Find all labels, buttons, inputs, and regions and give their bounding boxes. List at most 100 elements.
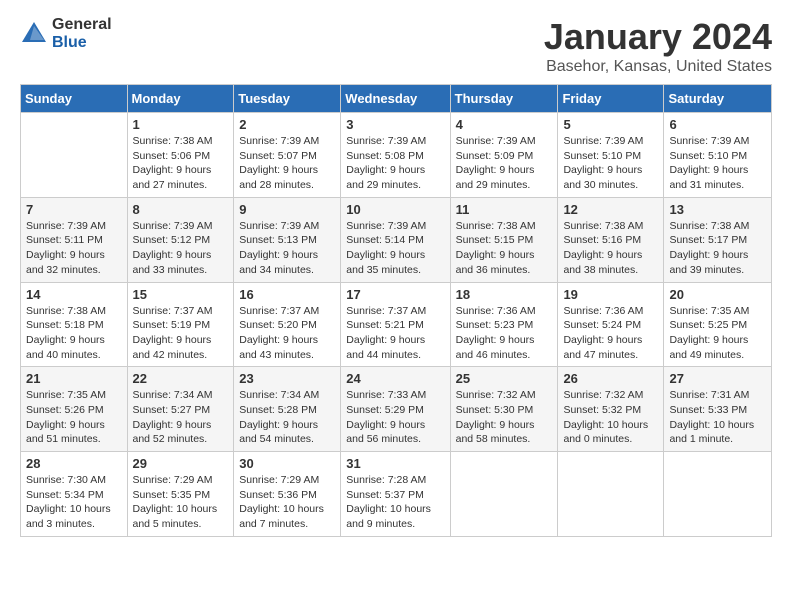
day-info: Sunrise: 7:32 AM Sunset: 5:32 PM Dayligh… bbox=[563, 388, 658, 447]
day-number: 14 bbox=[26, 287, 122, 302]
day-info: Sunrise: 7:39 AM Sunset: 5:10 PM Dayligh… bbox=[563, 134, 658, 193]
logo: General Blue bbox=[20, 16, 112, 51]
day-info: Sunrise: 7:34 AM Sunset: 5:27 PM Dayligh… bbox=[133, 388, 229, 447]
day-number: 20 bbox=[669, 287, 766, 302]
day-number: 8 bbox=[133, 202, 229, 217]
day-number: 16 bbox=[239, 287, 335, 302]
calendar-cell: 18 Sunrise: 7:36 AM Sunset: 5:23 PM Dayli… bbox=[450, 282, 558, 367]
day-number: 1 bbox=[133, 117, 229, 132]
calendar-cell: 11Sunrise: 7:38 AM Sunset: 5:15 PM Dayli… bbox=[450, 197, 558, 282]
logo-general: General bbox=[52, 16, 112, 34]
calendar-cell: 29 Sunrise: 7:29 AM Sunset: 5:35 PM Dayli… bbox=[127, 452, 234, 537]
day-number: 29 bbox=[133, 456, 229, 471]
day-header-wednesday: Wednesday bbox=[341, 85, 450, 113]
calendar-cell: 15 Sunrise: 7:37 AM Sunset: 5:19 PM Dayli… bbox=[127, 282, 234, 367]
day-number: 3 bbox=[346, 117, 444, 132]
day-number: 28 bbox=[26, 456, 122, 471]
day-info: Sunrise: 7:39 AM Sunset: 5:10 PM Dayligh… bbox=[669, 134, 766, 193]
day-info: Sunrise: 7:33 AM Sunset: 5:29 PM Dayligh… bbox=[346, 388, 444, 447]
calendar-cell: 7 Sunrise: 7:39 AM Sunset: 5:11 PM Daylig… bbox=[21, 197, 128, 282]
day-info: Sunrise: 7:39 AM Sunset: 5:14 PM Dayligh… bbox=[346, 219, 444, 278]
calendar-cell: 2Sunrise: 7:39 AM Sunset: 5:07 PM Daylig… bbox=[234, 113, 341, 198]
day-number: 10 bbox=[346, 202, 444, 217]
calendar-cell bbox=[558, 452, 664, 537]
day-info: Sunrise: 7:38 AM Sunset: 5:06 PM Dayligh… bbox=[133, 134, 229, 193]
day-info: Sunrise: 7:37 AM Sunset: 5:20 PM Dayligh… bbox=[239, 304, 335, 363]
logo-blue: Blue bbox=[52, 34, 112, 52]
calendar-cell: 8 Sunrise: 7:39 AM Sunset: 5:12 PM Daylig… bbox=[127, 197, 234, 282]
calendar-cell: 12 Sunrise: 7:38 AM Sunset: 5:16 PM Dayli… bbox=[558, 197, 664, 282]
calendar-cell: 5 Sunrise: 7:39 AM Sunset: 5:10 PM Daylig… bbox=[558, 113, 664, 198]
day-info: Sunrise: 7:32 AM Sunset: 5:30 PM Dayligh… bbox=[456, 388, 553, 447]
day-number: 6 bbox=[669, 117, 766, 132]
calendar-cell: 26Sunrise: 7:32 AM Sunset: 5:32 PM Dayli… bbox=[558, 367, 664, 452]
day-info: Sunrise: 7:35 AM Sunset: 5:25 PM Dayligh… bbox=[669, 304, 766, 363]
day-number: 17 bbox=[346, 287, 444, 302]
week-row-4: 21 Sunrise: 7:35 AM Sunset: 5:26 PM Dayli… bbox=[21, 367, 772, 452]
week-row-2: 7 Sunrise: 7:39 AM Sunset: 5:11 PM Daylig… bbox=[21, 197, 772, 282]
day-info: Sunrise: 7:38 AM Sunset: 5:16 PM Dayligh… bbox=[563, 219, 658, 278]
day-info: Sunrise: 7:37 AM Sunset: 5:21 PM Dayligh… bbox=[346, 304, 444, 363]
calendar-cell bbox=[664, 452, 772, 537]
calendar-cell: 19 Sunrise: 7:36 AM Sunset: 5:24 PM Dayli… bbox=[558, 282, 664, 367]
calendar-cell: 24 Sunrise: 7:33 AM Sunset: 5:29 PM Dayli… bbox=[341, 367, 450, 452]
calendar-cell: 4Sunrise: 7:39 AM Sunset: 5:09 PM Daylig… bbox=[450, 113, 558, 198]
day-info: Sunrise: 7:29 AM Sunset: 5:36 PM Dayligh… bbox=[239, 473, 335, 532]
calendar-cell bbox=[21, 113, 128, 198]
calendar-cell: 17 Sunrise: 7:37 AM Sunset: 5:21 PM Dayli… bbox=[341, 282, 450, 367]
logo-icon bbox=[20, 20, 48, 48]
calendar-cell: 28 Sunrise: 7:30 AM Sunset: 5:34 PM Dayli… bbox=[21, 452, 128, 537]
day-info: Sunrise: 7:34 AM Sunset: 5:28 PM Dayligh… bbox=[239, 388, 335, 447]
calendar-cell: 3 Sunrise: 7:39 AM Sunset: 5:08 PM Daylig… bbox=[341, 113, 450, 198]
calendar-cell: 20 Sunrise: 7:35 AM Sunset: 5:25 PM Dayli… bbox=[664, 282, 772, 367]
day-info: Sunrise: 7:39 AM Sunset: 5:08 PM Dayligh… bbox=[346, 134, 444, 193]
day-info: Sunrise: 7:39 AM Sunset: 5:07 PM Dayligh… bbox=[239, 134, 335, 193]
calendar-header: SundayMondayTuesdayWednesdayThursdayFrid… bbox=[21, 85, 772, 113]
day-info: Sunrise: 7:35 AM Sunset: 5:26 PM Dayligh… bbox=[26, 388, 122, 447]
day-info: Sunrise: 7:39 AM Sunset: 5:12 PM Dayligh… bbox=[133, 219, 229, 278]
day-info: Sunrise: 7:31 AM Sunset: 5:33 PM Dayligh… bbox=[669, 388, 766, 447]
day-info: Sunrise: 7:39 AM Sunset: 5:11 PM Dayligh… bbox=[26, 219, 122, 278]
calendar-cell: 1 Sunrise: 7:38 AM Sunset: 5:06 PM Daylig… bbox=[127, 113, 234, 198]
day-header-tuesday: Tuesday bbox=[234, 85, 341, 113]
location-title: Basehor, Kansas, United States bbox=[544, 58, 772, 76]
day-number: 27 bbox=[669, 371, 766, 386]
day-info: Sunrise: 7:38 AM Sunset: 5:18 PM Dayligh… bbox=[26, 304, 122, 363]
title-area: January 2024 Basehor, Kansas, United Sta… bbox=[544, 16, 772, 76]
day-number: 21 bbox=[26, 371, 122, 386]
day-number: 15 bbox=[133, 287, 229, 302]
day-number: 5 bbox=[563, 117, 658, 132]
calendar-cell: 16 Sunrise: 7:37 AM Sunset: 5:20 PM Dayli… bbox=[234, 282, 341, 367]
day-number: 19 bbox=[563, 287, 658, 302]
day-number: 18 bbox=[456, 287, 553, 302]
day-info: Sunrise: 7:38 AM Sunset: 5:17 PM Dayligh… bbox=[669, 219, 766, 278]
day-header-sunday: Sunday bbox=[21, 85, 128, 113]
day-info: Sunrise: 7:29 AM Sunset: 5:35 PM Dayligh… bbox=[133, 473, 229, 532]
calendar-cell: 22 Sunrise: 7:34 AM Sunset: 5:27 PM Dayli… bbox=[127, 367, 234, 452]
calendar-body: 1 Sunrise: 7:38 AM Sunset: 5:06 PM Daylig… bbox=[21, 113, 772, 537]
day-number: 31 bbox=[346, 456, 444, 471]
calendar-cell: 10 Sunrise: 7:39 AM Sunset: 5:14 PM Dayli… bbox=[341, 197, 450, 282]
day-number: 22 bbox=[133, 371, 229, 386]
day-info: Sunrise: 7:30 AM Sunset: 5:34 PM Dayligh… bbox=[26, 473, 122, 532]
calendar-cell: 27 Sunrise: 7:31 AM Sunset: 5:33 PM Dayli… bbox=[664, 367, 772, 452]
day-number: 25 bbox=[456, 371, 553, 386]
header: General Blue January 2024 Basehor, Kansa… bbox=[20, 16, 772, 76]
calendar-cell: 21 Sunrise: 7:35 AM Sunset: 5:26 PM Dayli… bbox=[21, 367, 128, 452]
week-row-3: 14 Sunrise: 7:38 AM Sunset: 5:18 PM Dayli… bbox=[21, 282, 772, 367]
calendar-cell bbox=[450, 452, 558, 537]
day-info: Sunrise: 7:36 AM Sunset: 5:23 PM Dayligh… bbox=[456, 304, 553, 363]
day-info: Sunrise: 7:36 AM Sunset: 5:24 PM Dayligh… bbox=[563, 304, 658, 363]
day-header-friday: Friday bbox=[558, 85, 664, 113]
calendar-cell: 14 Sunrise: 7:38 AM Sunset: 5:18 PM Dayli… bbox=[21, 282, 128, 367]
day-number: 13 bbox=[669, 202, 766, 217]
calendar-cell: 13 Sunrise: 7:38 AM Sunset: 5:17 PM Dayli… bbox=[664, 197, 772, 282]
calendar-cell: 25 Sunrise: 7:32 AM Sunset: 5:30 PM Dayli… bbox=[450, 367, 558, 452]
day-number: 7 bbox=[26, 202, 122, 217]
day-number: 24 bbox=[346, 371, 444, 386]
day-info: Sunrise: 7:28 AM Sunset: 5:37 PM Dayligh… bbox=[346, 473, 444, 532]
day-header-saturday: Saturday bbox=[664, 85, 772, 113]
day-header-row: SundayMondayTuesdayWednesdayThursdayFrid… bbox=[21, 85, 772, 113]
day-number: 12 bbox=[563, 202, 658, 217]
day-info: Sunrise: 7:37 AM Sunset: 5:19 PM Dayligh… bbox=[133, 304, 229, 363]
